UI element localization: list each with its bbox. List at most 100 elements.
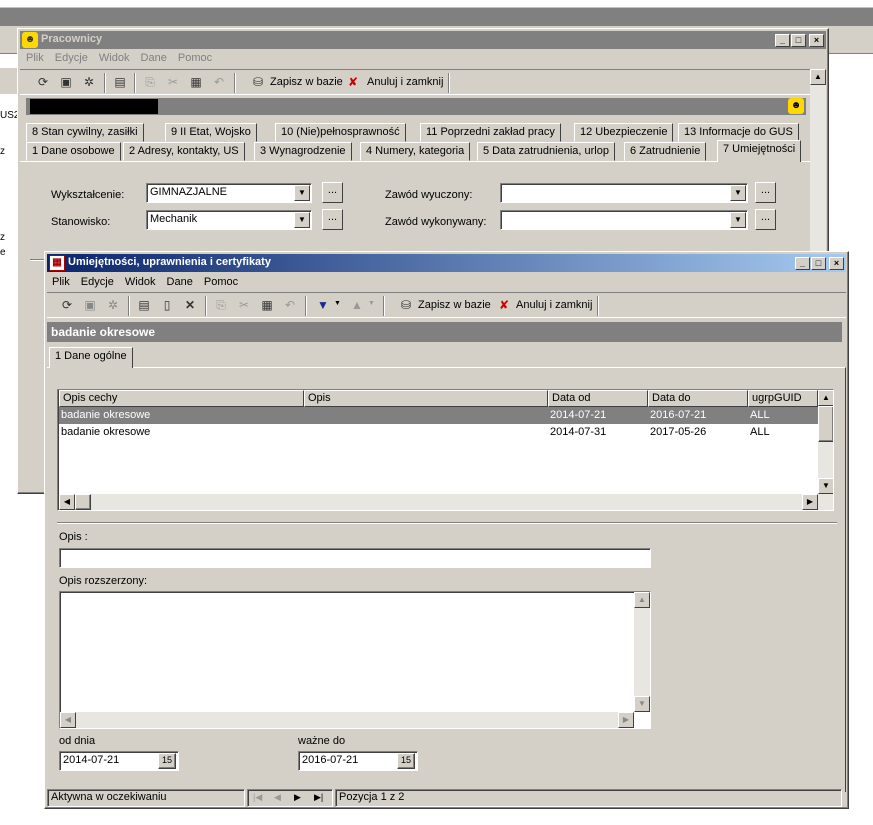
menu-plik[interactable]: Plik (26, 52, 44, 64)
scroll-left-button[interactable]: ◀ (60, 712, 76, 728)
chevron-down-icon[interactable]: ▼ (294, 212, 310, 228)
calendar-icon[interactable]: 15 (158, 753, 176, 769)
undo-icon[interactable]: ↶ (281, 296, 299, 314)
scroll-down-button[interactable]: ▼ (818, 478, 833, 494)
valid-from-date-input[interactable]: 2014-07-21 15 (59, 751, 179, 771)
practiced-profession-select[interactable]: ▼ (500, 210, 748, 230)
grid-vertical-scrollbar[interactable]: ▲ ▼ (818, 390, 833, 494)
tab-dane-ogolne[interactable]: 1 Dane ogólne (49, 347, 133, 368)
scroll-right-button[interactable]: ▶ (618, 712, 634, 728)
scroll-up-button[interactable]: ▲ (634, 592, 650, 608)
properties-icon[interactable]: ▤ (135, 296, 153, 314)
dialog-save-to-database-button[interactable]: Zapisz w bazie (418, 299, 491, 311)
chevron-down-icon[interactable]: ▼ (730, 185, 746, 201)
move-down-icon[interactable]: ▼ (314, 296, 332, 314)
scroll-right-button[interactable]: ▶ (802, 494, 818, 510)
tab-zatrudnienie[interactable]: 6 Zatrudnienie (624, 142, 707, 161)
opis-input[interactable] (59, 548, 651, 568)
tab-ubezpieczenie[interactable]: 12 Ubezpieczenie (574, 123, 674, 142)
dialog-menu-dane[interactable]: Dane (167, 276, 193, 288)
scroll-left-button[interactable]: ◀ (59, 494, 75, 510)
move-up-icon[interactable]: ▲ (348, 296, 366, 314)
copy-icon[interactable]: ⎘ (212, 296, 230, 314)
education-select[interactable]: GIMNAZJALNE ▼ (146, 183, 312, 203)
close-button[interactable]: × (809, 34, 824, 47)
skills-dialog-titlebar[interactable]: ▦ Umiejętności, uprawnienia i certyfikat… (47, 254, 846, 272)
dialog-menu-widok[interactable]: Widok (125, 276, 156, 288)
tab-dane-osobowe[interactable]: 1 Dane osobowe (26, 142, 121, 161)
cancel-and-close-button[interactable]: Anuluj i zamknij (367, 76, 443, 88)
undo-icon[interactable]: ↶ (210, 73, 228, 91)
menu-widok[interactable]: Widok (99, 52, 130, 64)
tab-data-zatrudnienia[interactable]: 5 Data zatrudnienia, urlop (477, 142, 615, 161)
dialog-cancel-and-close-button[interactable]: Anuluj i zamknij (516, 299, 592, 311)
horizontal-scroll-thumb[interactable] (75, 494, 91, 510)
properties-icon[interactable]: ▤ (111, 73, 129, 91)
tab-ii-etat[interactable]: 9 II Etat, Wojsko (165, 123, 257, 142)
save-icon[interactable]: ▣ (57, 73, 75, 91)
dialog-menu-edycje[interactable]: Edycje (81, 276, 114, 288)
save-to-database-button[interactable]: Zapisz w bazie (270, 76, 343, 88)
scroll-up-button[interactable]: ▲ (818, 390, 833, 406)
dialog-menu-plik[interactable]: Plik (52, 276, 70, 288)
menu-dane[interactable]: Dane (141, 52, 167, 64)
textarea-vertical-scrollbar[interactable]: ▲ ▼ (634, 592, 650, 712)
move-down-dropdown-icon[interactable]: ▼ (334, 300, 341, 307)
column-header-data-od[interactable]: Data od (548, 390, 648, 407)
tab-poprzedni-zaklad[interactable]: 11 Poprzedni zakład pracy (420, 123, 561, 142)
position-browse-button[interactable]: ... (322, 209, 343, 230)
table-row[interactable]: badanie okresowe 2014-07-21 2016-07-21 A… (59, 407, 818, 424)
refresh-icon[interactable]: ✲ (104, 296, 122, 314)
move-up-dropdown-icon[interactable]: ▼ (368, 300, 375, 307)
cut-icon[interactable]: ✂ (235, 296, 253, 314)
column-header-data-do[interactable]: Data do (648, 390, 748, 407)
tab-adresy[interactable]: 2 Adresy, kontakty, US (123, 142, 245, 161)
save-icon[interactable]: ▣ (81, 296, 99, 314)
refresh-icon[interactable]: ✲ (80, 73, 98, 91)
dialog-maximize-button[interactable]: □ (811, 257, 826, 270)
tab-wynagrodzenie[interactable]: 3 Wynagrodzenie (254, 142, 352, 161)
scroll-down-button[interactable]: ▼ (634, 696, 650, 712)
tab-niepelnosprawnosc[interactable]: 10 (Nie)pełnosprawność (275, 123, 406, 142)
tab-stan-cywilny[interactable]: 8 Stan cywilny, zasiłki (26, 123, 144, 142)
maximize-button[interactable]: □ (791, 34, 806, 47)
dialog-minimize-button[interactable]: _ (795, 257, 810, 270)
copy-icon[interactable]: ⎘ (141, 73, 159, 91)
tab-umiejetnosci[interactable]: 7 Umiejętności (717, 140, 802, 162)
column-header-ugrpguid[interactable]: ugrpGUID (748, 390, 818, 407)
chevron-down-icon[interactable]: ▼ (294, 185, 310, 201)
dialog-close-button[interactable]: × (829, 257, 844, 270)
background-window-titlebar[interactable]: ☻ Pracownicy _ □ × (20, 31, 826, 49)
nav-last-icon[interactable]: ▶| (314, 792, 323, 803)
calendar-icon[interactable]: 15 (397, 753, 415, 769)
position-select[interactable]: Mechanik ▼ (146, 210, 312, 230)
nav-first-icon[interactable]: |◀ (253, 792, 262, 803)
query-icon[interactable]: ⟳ (58, 296, 76, 314)
opis-extended-textarea[interactable]: ▲ ▼ ◀ ▶ (59, 591, 651, 729)
new-document-icon[interactable]: ▯ (158, 296, 176, 314)
valid-to-date-input[interactable]: 2016-07-21 15 (298, 751, 418, 771)
query-icon[interactable]: ⟳ (34, 73, 52, 91)
paste-icon[interactable]: ▦ (258, 296, 276, 314)
column-header-opis-cechy[interactable]: Opis cechy (59, 390, 304, 407)
nav-next-icon[interactable]: ▶ (294, 792, 301, 803)
minimize-button[interactable]: _ (775, 34, 790, 47)
tab-numery[interactable]: 4 Numery, kategoria (360, 142, 471, 161)
learned-profession-select[interactable]: ▼ (500, 183, 748, 203)
education-browse-button[interactable]: ... (322, 182, 343, 203)
practiced-profession-browse-button[interactable]: ... (755, 209, 776, 230)
cut-icon[interactable]: ✂ (164, 73, 182, 91)
textarea-horizontal-scrollbar[interactable]: ◀ ▶ (60, 712, 634, 728)
menu-edycje[interactable]: Edycje (55, 52, 88, 64)
learned-profession-browse-button[interactable]: ... (755, 182, 776, 203)
column-header-opis[interactable]: Opis (304, 390, 548, 407)
chevron-down-icon[interactable]: ▼ (730, 212, 746, 228)
menu-pomoc[interactable]: Pomoc (178, 52, 212, 64)
delete-icon[interactable]: ✕ (181, 296, 199, 314)
scroll-up-button[interactable]: ▲ (810, 69, 826, 85)
scroll-thumb[interactable] (818, 406, 833, 442)
table-row[interactable]: badanie okresowe 2014-07-31 2017-05-26 A… (59, 424, 818, 441)
nav-prev-icon[interactable]: ◀ (274, 792, 281, 803)
paste-icon[interactable]: ▦ (187, 73, 205, 91)
dialog-menu-pomoc[interactable]: Pomoc (204, 276, 238, 288)
